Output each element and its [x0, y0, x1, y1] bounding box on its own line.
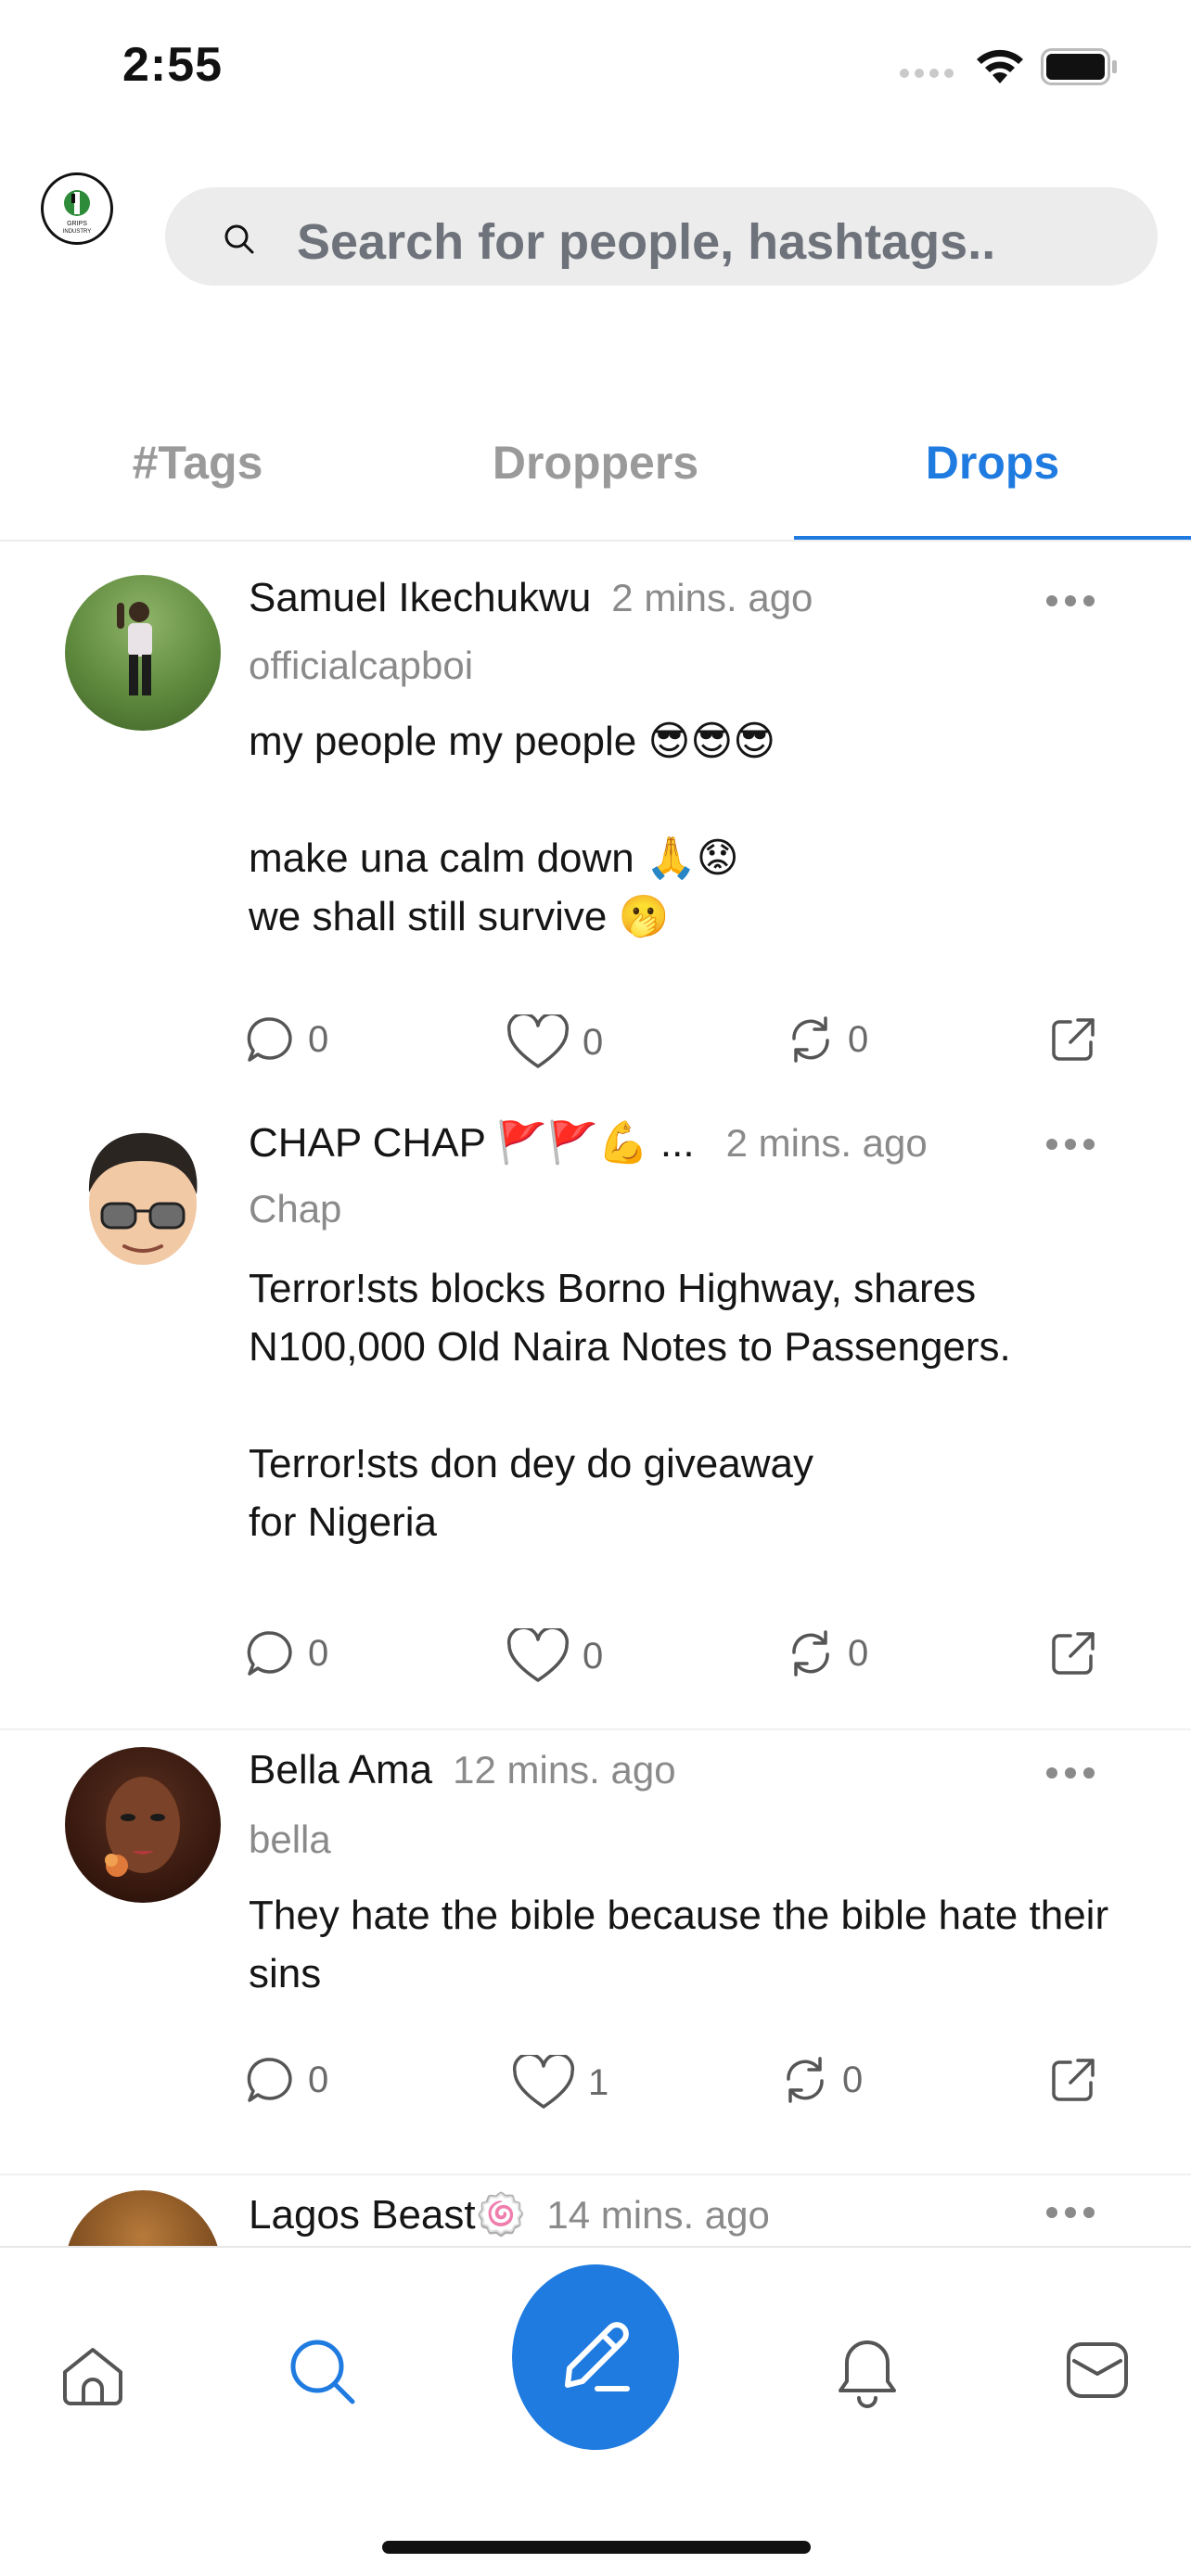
comment-count: 0 — [308, 1632, 329, 1674]
compose-icon — [565, 2322, 630, 2391]
post-card[interactable]: Samuel Ikechukwu 2 mins. ago officialcap… — [0, 543, 1191, 1118]
like-count: 0 — [583, 1021, 604, 1063]
like-button[interactable]: 1 — [512, 2055, 608, 2111]
avatar[interactable] — [65, 1747, 221, 1903]
like-count: 0 — [583, 1635, 604, 1677]
redrop-count: 0 — [842, 2059, 864, 2100]
share-button[interactable] — [1048, 1628, 1098, 1678]
more-options-icon[interactable] — [1046, 592, 1098, 610]
post-actions: 0 1 0 — [0, 2055, 1191, 2111]
post-divider — [0, 1728, 1191, 1730]
post-header: Bella Ama 12 mins. ago — [249, 1747, 676, 1793]
share-button[interactable] — [1048, 1014, 1098, 1065]
comment-icon — [247, 1017, 292, 1062]
compose-button[interactable] — [512, 2264, 679, 2450]
active-tab-indicator — [794, 536, 1191, 540]
mail-icon[interactable] — [1065, 2340, 1130, 2400]
home-indicator[interactable] — [382, 2541, 811, 2554]
comment-count: 0 — [308, 1018, 329, 1060]
avatar-cartoon-face-icon — [88, 1132, 198, 1265]
author-name[interactable]: CHAP CHAP 🚩🚩💪 ... — [249, 1118, 695, 1167]
avatar-person-icon — [117, 602, 152, 695]
post-text: Terror!sts blocks Borno Highway, shares … — [249, 1266, 1011, 1545]
post-divider — [0, 2174, 1191, 2175]
post-text: my people my people 😎😎😎 make una calm do… — [249, 719, 776, 939]
more-options-icon[interactable] — [1046, 1135, 1098, 1154]
comment-icon — [247, 2058, 292, 2102]
avatar[interactable] — [65, 575, 221, 731]
share-icon — [1052, 1632, 1095, 1675]
comment-icon — [247, 1631, 292, 1676]
tab-drops[interactable]: Drops — [794, 436, 1191, 490]
share-icon — [1052, 1018, 1095, 1061]
post-time: 2 mins. ago — [611, 576, 813, 619]
author-name[interactable]: Lagos Beast🍥 — [249, 2190, 526, 2238]
drops-feed[interactable]: Samuel Ikechukwu 2 mins. ago officialcap… — [0, 543, 1191, 2246]
author-handle: Chap — [249, 1187, 342, 1231]
tab-bar: #Tags Droppers Drops — [0, 408, 1191, 542]
post-card[interactable]: Bella Ama 12 mins. ago bella They hate t… — [0, 1732, 1191, 2174]
heart-icon — [512, 2055, 575, 2109]
post-card[interactable]: Lagos Beast🍥 14 mins. ago — [0, 2177, 1191, 2246]
svg-text:GRIPS: GRIPS — [67, 221, 87, 227]
like-button[interactable]: 0 — [506, 1628, 603, 1684]
search-icon[interactable] — [288, 2337, 358, 2407]
comment-button[interactable]: 0 — [245, 1628, 328, 1678]
author-name[interactable]: Samuel Ikechukwu — [249, 575, 591, 621]
share-button[interactable] — [1048, 2055, 1098, 2105]
post-actions: 0 0 0 — [0, 1014, 1191, 1070]
redrop-count: 0 — [848, 1632, 869, 1674]
comment-count: 0 — [308, 2059, 329, 2100]
svg-text:INDUSTRY: INDUSTRY — [63, 229, 92, 235]
post-card[interactable]: CHAP CHAP 🚩🚩💪 ... 2 mins. ago Chap Terro… — [0, 1118, 1191, 1732]
repost-icon — [792, 1016, 829, 1063]
like-count: 1 — [588, 2061, 609, 2103]
wifi-icon — [977, 49, 1023, 83]
repost-icon — [787, 2057, 824, 2103]
redrop-button[interactable]: 0 — [787, 1014, 868, 1065]
avatar-portrait-icon — [105, 1777, 180, 1877]
post-time: 14 mins. ago — [546, 2193, 770, 2237]
post-time: 12 mins. ago — [453, 1748, 676, 1792]
author-name[interactable]: Bella Ama — [249, 1747, 432, 1793]
bell-icon[interactable] — [835, 2337, 900, 2409]
cellular-signal-icon — [900, 69, 954, 78]
post-header: Lagos Beast🍥 14 mins. ago — [249, 2190, 770, 2238]
share-icon — [1052, 2059, 1095, 2101]
profile-logo[interactable]: GRIPS INDUSTRY — [41, 172, 113, 245]
tab-tags[interactable]: #Tags — [0, 436, 395, 490]
search-input[interactable]: Search for people, hashtags.. — [297, 213, 995, 271]
logo-icon: GRIPS INDUSTRY — [63, 190, 92, 235]
post-text: They hate the bible because the bible ha… — [249, 1893, 1109, 1996]
status-time: 2:55 — [122, 38, 224, 92]
post-header: Samuel Ikechukwu 2 mins. ago — [249, 575, 813, 621]
comment-button[interactable]: 0 — [245, 2055, 328, 2105]
like-button[interactable]: 0 — [506, 1014, 603, 1070]
heart-icon — [506, 1014, 570, 1068]
more-options-icon[interactable] — [1046, 2203, 1098, 2222]
comment-button[interactable]: 0 — [245, 1014, 328, 1065]
post-header: CHAP CHAP 🚩🚩💪 ... 2 mins. ago — [249, 1118, 928, 1167]
redrop-count: 0 — [848, 1018, 869, 1060]
heart-icon — [506, 1628, 570, 1682]
more-options-icon[interactable] — [1046, 1764, 1098, 1782]
repost-icon — [792, 1630, 829, 1677]
bottom-nav — [0, 2246, 1191, 2576]
search-icon — [224, 224, 254, 254]
tab-droppers[interactable]: Droppers — [395, 436, 796, 490]
redrop-button[interactable]: 0 — [781, 2055, 863, 2105]
search-bar[interactable]: Search for people, hashtags.. — [165, 187, 1158, 286]
redrop-button[interactable]: 0 — [787, 1628, 868, 1678]
avatar[interactable] — [65, 1118, 221, 1274]
home-icon[interactable] — [59, 2344, 126, 2407]
avatar[interactable] — [65, 2190, 221, 2246]
post-time: 2 mins. ago — [725, 1121, 928, 1165]
author-handle: bella — [249, 1817, 331, 1861]
post-actions: 0 0 0 — [0, 1628, 1191, 1684]
status-bar: 2:55 — [0, 0, 1191, 139]
author-handle: officialcapboi — [249, 644, 474, 687]
battery-icon — [1041, 48, 1117, 85]
